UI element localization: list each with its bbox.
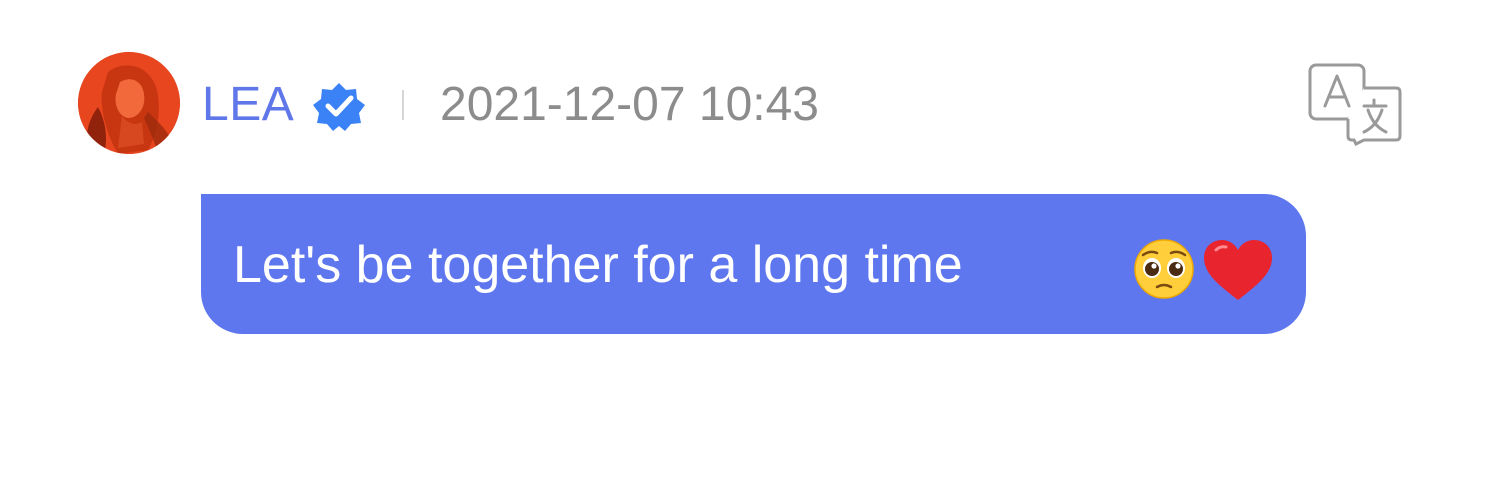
avatar-photo-icon [78, 52, 180, 154]
pleading-face-icon [1134, 239, 1194, 299]
avatar[interactable] [78, 52, 180, 154]
message-timestamp: 2021-12-07 10:43 [440, 78, 819, 131]
translate-icon[interactable] [1306, 62, 1404, 146]
message-text: Let's be together for a long time [233, 236, 963, 294]
chat-message: LEA 2021-12-07 10:43 Let's be together f… [0, 0, 1500, 500]
header-divider [402, 90, 404, 120]
red-heart-icon [1204, 240, 1272, 300]
username[interactable]: LEA [202, 76, 294, 134]
verified-badge-icon [313, 83, 365, 131]
